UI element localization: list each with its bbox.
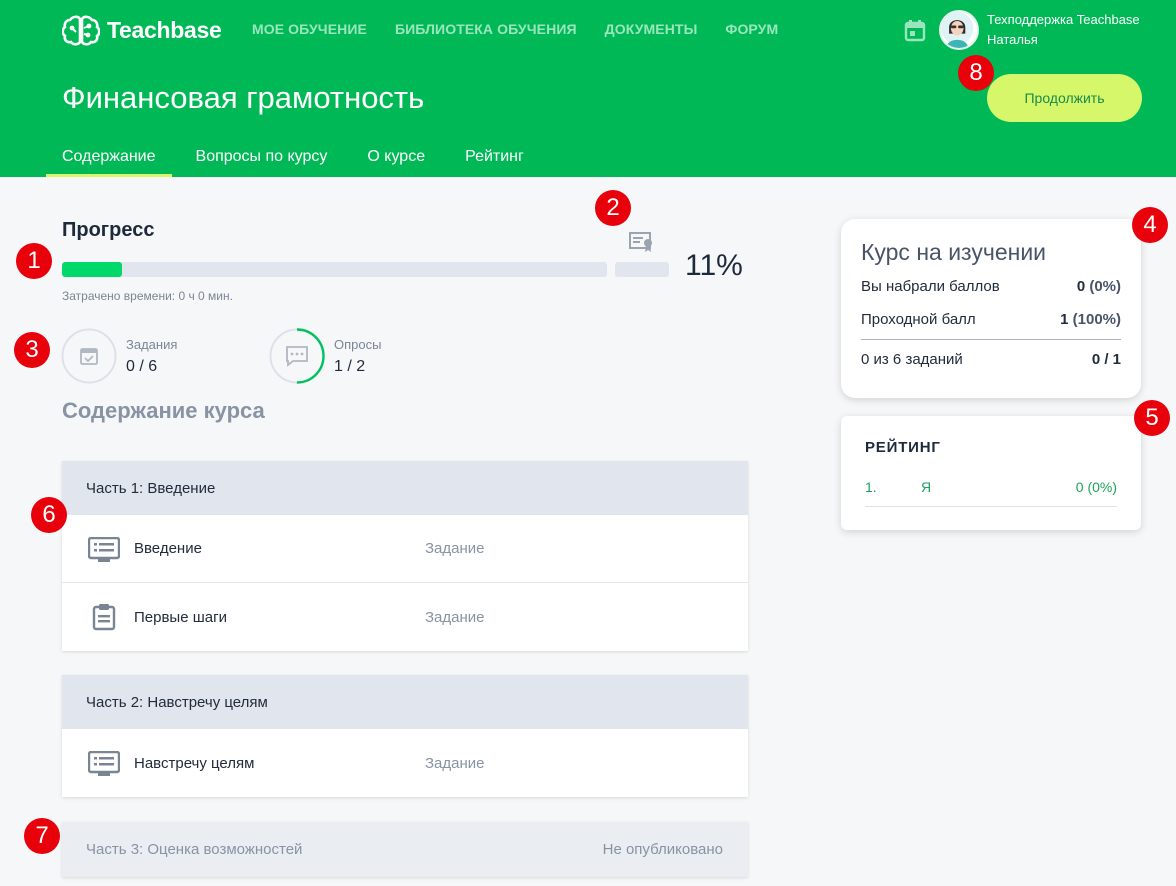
rating-rank: 1. (865, 479, 877, 495)
user-avatar-icon (941, 12, 974, 48)
rating-score: 0 (0%) (1075, 479, 1117, 495)
item-type: Задание (425, 540, 485, 557)
tasks-label: Задания (126, 337, 178, 352)
list-item[interactable]: Введение Задание (62, 515, 748, 583)
item-type: Задание (425, 608, 485, 626)
polls-value: 1 / 2 (334, 358, 366, 375)
course-section-unpublished: Часть 3: Оценка возможностей Не опублико… (62, 822, 748, 877)
unpublished-status: Не опубликовано (602, 841, 723, 858)
course-status-title: Курс на изучении (861, 239, 1047, 265)
section-header[interactable]: Часть 2: Навстречу целям (62, 675, 748, 729)
logo[interactable]: Teachbase (62, 14, 222, 46)
time-spent: Затрачено времени: 0 ч 0 мин. (62, 289, 233, 303)
tasks-summary-label: 0 из 6 заданий (861, 351, 963, 368)
brain-icon (62, 15, 100, 46)
item-name: Навстречу целям (134, 754, 255, 772)
progress-bar-fill (62, 262, 122, 277)
annotation-badge-6: 6 (31, 497, 67, 533)
section-header[interactable]: Часть 1: Введение (62, 461, 748, 515)
certificate-icon (629, 232, 652, 252)
pass-row: Проходной балл 1 (100%) (861, 311, 1121, 328)
nav-my-learning[interactable]: МОЕ ОБУЧЕНИЕ (252, 21, 367, 37)
presentation-icon (88, 537, 120, 562)
list-item[interactable]: Навстречу целям Задание (62, 729, 748, 797)
annotation-badge-4: 4 (1132, 207, 1168, 243)
annotation-badge-7: 7 (24, 818, 60, 854)
rating-card: РЕЙТИНГ 1. Я 0 (0%) (841, 416, 1141, 530)
item-name: Введение (134, 540, 202, 557)
course-status-card: Курс на изучении Вы набрали баллов 0 (0%… (841, 219, 1141, 398)
rating-title: РЕЙТИНГ (865, 439, 941, 456)
nav-documents[interactable]: ДОКУМЕНТЫ (605, 21, 698, 37)
tasks-stat-circle (61, 328, 117, 384)
tab-rating[interactable]: Рейтинг (449, 148, 540, 177)
annotation-badge-2: 2 (595, 190, 631, 226)
user-subtitle: Наталья (987, 32, 1038, 47)
score-label: Вы набрали баллов (861, 278, 1000, 295)
polls-stat-circle (269, 328, 325, 384)
rating-row[interactable]: 1. Я 0 (0%) (865, 479, 1117, 507)
score-value: 0 (1076, 278, 1086, 295)
annotation-badge-1: 1 (16, 243, 52, 279)
avatar[interactable] (939, 10, 979, 50)
score-percent: (0%) (1089, 278, 1121, 295)
presentation-icon (88, 751, 120, 776)
progress-percent: 11% (685, 249, 743, 282)
pass-percent: (100%) (1072, 311, 1121, 328)
chat-icon (286, 346, 308, 367)
tab-questions[interactable]: Вопросы по курсу (180, 148, 344, 177)
certificate-progress-bar (615, 262, 669, 277)
divider (861, 339, 1121, 340)
logo-text: Teachbase (107, 16, 222, 43)
continue-button[interactable]: Продолжить (987, 74, 1142, 122)
list-item[interactable]: Первые шаги Задание (62, 583, 748, 651)
polls-label: Опросы (334, 337, 382, 352)
course-section: Часть 1: Введение Введение Задание Первы… (62, 461, 748, 651)
main-nav: МОЕ ОБУЧЕНИЕ БИБЛИОТЕКА ОБУЧЕНИЯ ДОКУМЕН… (252, 21, 806, 37)
course-content-title: Содержание курса (62, 398, 265, 423)
progress-title: Прогресс (62, 219, 155, 241)
tasks-row: 0 из 6 заданий 0 / 1 (861, 351, 1121, 368)
annotation-badge-5: 5 (1134, 400, 1170, 436)
tasks-summary-value: 0 / 1 (1091, 351, 1121, 368)
clipboard-icon (92, 604, 116, 631)
annotation-badge-8: 8 (958, 55, 994, 91)
nav-library[interactable]: БИБЛИОТЕКА ОБУЧЕНИЯ (395, 21, 577, 37)
nav-forum[interactable]: ФОРУМ (725, 21, 778, 37)
tab-content[interactable]: Содержание (46, 148, 172, 177)
annotation-badge-3: 3 (14, 332, 50, 368)
progress-bar (62, 262, 607, 277)
section-header[interactable]: Часть 3: Оценка возможностей Не опублико… (62, 822, 748, 877)
course-tabs: Содержание Вопросы по курсу О курсе Рейт… (46, 148, 548, 177)
rating-name: Я (921, 479, 932, 495)
calendar-icon[interactable] (904, 20, 926, 42)
user-name[interactable]: Техподдержка Teachbase (987, 12, 1147, 27)
calendar-check-icon (80, 348, 98, 365)
tasks-value: 0 / 6 (126, 358, 158, 375)
top-header: Teachbase МОЕ ОБУЧЕНИЕ БИБЛИОТЕКА ОБУЧЕН… (0, 0, 1176, 177)
course-title: Финансовая грамотность (62, 80, 425, 115)
section-title: Часть 3: Оценка возможностей (86, 841, 303, 858)
item-name: Первые шаги (134, 608, 227, 626)
item-type: Задание (425, 754, 485, 772)
score-row: Вы набрали баллов 0 (0%) (861, 278, 1121, 295)
tab-about[interactable]: О курсе (351, 148, 441, 177)
pass-value: 1 (1060, 311, 1069, 328)
course-section: Часть 2: Навстречу целям Навстречу целям… (62, 675, 748, 797)
pass-label: Проходной балл (861, 311, 976, 328)
